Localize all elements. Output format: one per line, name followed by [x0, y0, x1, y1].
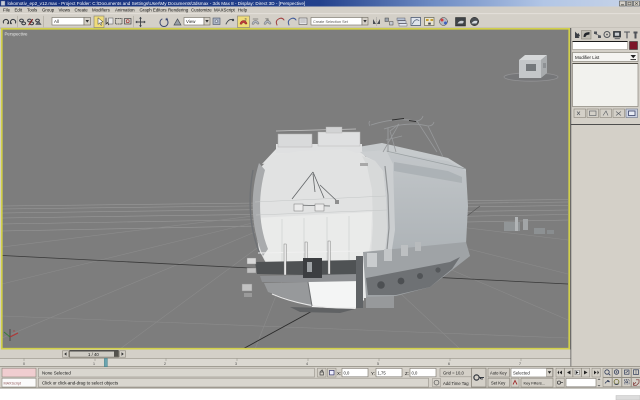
svg-text:Animation: Animation — [115, 8, 135, 13]
svg-text:6: 6 — [448, 362, 450, 366]
svg-text:0,0: 0,0 — [412, 371, 418, 376]
svg-text:Create Selection Set: Create Selection Set — [313, 20, 349, 24]
svg-text:Create: Create — [75, 8, 89, 13]
svg-text:Group: Group — [42, 8, 55, 13]
svg-text:Y:: Y: — [371, 371, 375, 376]
svg-text:Grid = 10,0: Grid = 10,0 — [443, 371, 465, 376]
svg-text:MAXScript: MAXScript — [4, 382, 21, 386]
svg-text:Views: Views — [59, 8, 71, 13]
svg-text:3: 3 — [245, 18, 247, 22]
svg-text:1: 1 — [93, 362, 95, 366]
svg-text:Selected: Selected — [513, 371, 530, 376]
svg-text:Modifier List: Modifier List — [575, 55, 600, 60]
svg-text:Rendering: Rendering — [168, 8, 189, 13]
svg-text:Help: Help — [238, 8, 248, 13]
svg-text:x: x — [13, 328, 15, 333]
svg-text:Edit: Edit — [15, 8, 23, 13]
svg-text:Key Filters...: Key Filters... — [524, 381, 546, 386]
svg-text:0: 0 — [23, 362, 25, 366]
svg-text:Z:: Z: — [405, 371, 409, 376]
svg-text:X:: X: — [337, 371, 341, 376]
svg-text:Click or click-and-drag to sel: Click or click-and-drag to select object… — [42, 381, 119, 386]
svg-text:2: 2 — [164, 362, 166, 366]
svg-text:Graph Editors: Graph Editors — [140, 8, 168, 13]
svg-text:Add Time Tag: Add Time Tag — [443, 381, 469, 386]
svg-text:Set Key: Set Key — [491, 381, 506, 386]
svg-text:MAXScript: MAXScript — [214, 8, 236, 13]
svg-text:7: 7 — [519, 362, 521, 366]
svg-text:Auto Key: Auto Key — [490, 371, 508, 376]
svg-text:0,0: 0,0 — [344, 371, 350, 376]
svg-text:lokomotiv_ep2_v12.max - Projec: lokomotiv_ep2_v12.max - Project Folder: … — [8, 1, 306, 6]
svg-text:View: View — [186, 19, 196, 24]
svg-text:Tools: Tools — [27, 8, 38, 13]
svg-text:None Selected: None Selected — [42, 371, 71, 376]
svg-text:1 / 40: 1 / 40 — [88, 352, 99, 357]
svg-text:File: File — [3, 8, 11, 13]
svg-text:4: 4 — [306, 362, 308, 366]
svg-text:Customize: Customize — [191, 8, 212, 13]
svg-text:All: All — [54, 19, 59, 24]
svg-text:Perspective: Perspective — [5, 32, 28, 37]
svg-text:1,75: 1,75 — [378, 371, 387, 376]
svg-text:Modifiers: Modifiers — [92, 8, 111, 13]
svg-text:5: 5 — [377, 362, 379, 366]
svg-text:3: 3 — [235, 362, 237, 366]
